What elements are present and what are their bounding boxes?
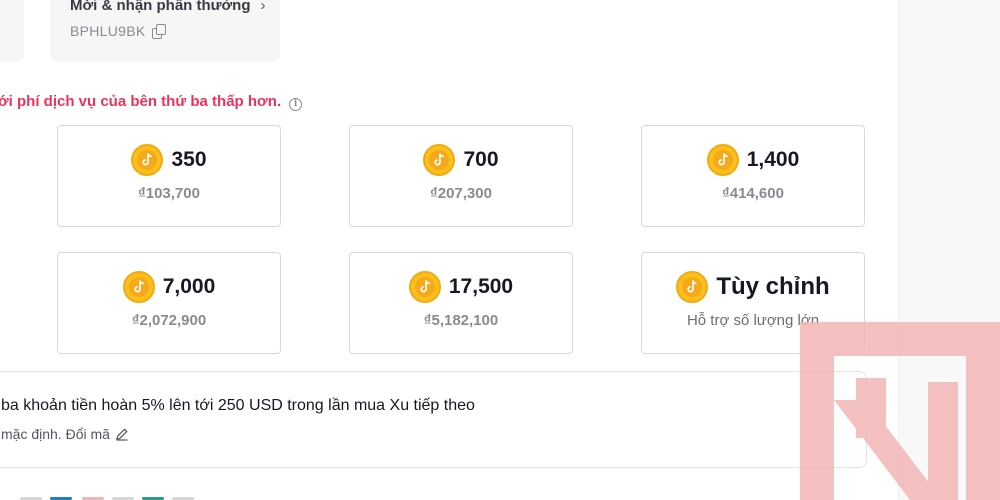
coin-package-7000[interactable]: 7,000 ₫2,072,900 <box>57 252 281 354</box>
coin-package-700[interactable]: 700 ₫207,300 <box>349 125 573 227</box>
promo-title: ba khoản tiền hoàn 5% lên tới 250 USD tr… <box>1 397 475 414</box>
coin-amount: 350 <box>171 148 207 171</box>
referral-card[interactable]: Mời & nhận phần thưởng › BPHLU9BK <box>50 0 280 62</box>
service-fee-notice: ới phí dịch vụ của bên thứ ba thấp hơn. i <box>0 93 303 111</box>
referral-code-value: BPHLU9BK <box>70 23 146 39</box>
info-icon[interactable]: i <box>289 98 303 111</box>
coin-package-17500[interactable]: 17,500 ₫5,182,100 <box>349 252 573 354</box>
change-code-link[interactable]: Đổi mã <box>66 426 110 442</box>
coin-icon <box>408 271 441 303</box>
chevron-right-icon: › <box>260 0 266 14</box>
coin-price: ₫2,072,900 <box>131 312 207 329</box>
copy-icon[interactable] <box>151 24 166 39</box>
custom-amount-label: Tùy chỉnh <box>716 273 830 300</box>
coin-amount: 7,000 <box>162 275 216 298</box>
coin-icon <box>423 144 456 176</box>
pencil-icon[interactable] <box>115 427 129 441</box>
coin-price: ₫103,700 <box>138 185 200 202</box>
coin-package-1400[interactable]: 1,400 ₫414,600 <box>641 125 865 227</box>
coin-price: ₫414,600 <box>722 185 784 202</box>
coin-amount: 17,500 <box>448 275 514 298</box>
coin-amount: 1,400 <box>746 148 800 171</box>
notice-text: ới phí dịch vụ của bên thứ ba thấp hơn. <box>0 93 282 110</box>
promo-subtitle-text: mặc định. <box>1 426 62 442</box>
coin-amount: 700 <box>463 148 499 171</box>
watermark-logo <box>800 322 1000 500</box>
coin-icon <box>131 144 164 176</box>
coin-icon <box>122 271 155 303</box>
coin-package-350[interactable]: 350 ₫103,700 <box>57 125 281 227</box>
coin-icon <box>676 271 709 303</box>
account-card-partial <box>0 0 24 62</box>
referral-title[interactable]: Mời & nhận phần thưởng › <box>70 0 266 14</box>
payment-methods-row <box>0 494 200 500</box>
cashback-promo-card: ba khoản tiền hoàn 5% lên tới 250 USD tr… <box>0 371 867 468</box>
referral-code: BPHLU9BK <box>70 23 166 39</box>
coin-price: ₫5,182,100 <box>423 312 499 329</box>
promo-subtitle: mặc định. Đổi mã <box>1 426 129 442</box>
coin-icon <box>706 144 739 176</box>
coin-price: ₫207,300 <box>430 185 492 202</box>
referral-title-text: Mời & nhận phần thưởng <box>70 0 251 14</box>
